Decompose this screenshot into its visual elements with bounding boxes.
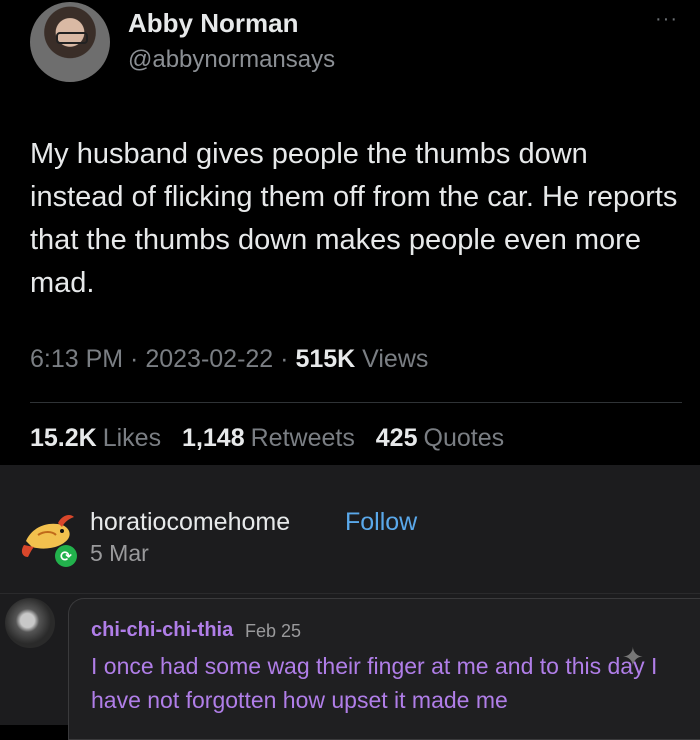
tweet-text: My husband gives people the thumbs down … xyxy=(30,138,678,299)
meta-separator: · xyxy=(123,345,146,373)
author-avatar[interactable] xyxy=(30,2,110,82)
comment-date: Feb 25 xyxy=(245,621,302,641)
views-count: 515K xyxy=(295,345,356,373)
author-name[interactable]: Abby Norman xyxy=(128,8,298,39)
quotes-label: Quotes xyxy=(423,424,505,452)
quotes-stat[interactable]: 425 Quotes xyxy=(376,424,504,452)
quotes-count: 425 xyxy=(375,424,418,452)
divider xyxy=(0,593,700,594)
commenter-username[interactable]: chi-chi-chi-thia xyxy=(91,619,233,642)
likes-label: Likes xyxy=(102,424,162,452)
reblog-panel: ⟳ horatiocomehome Follow 5 Mar chi-chi-c… xyxy=(0,465,700,740)
retweets-count: 1,148 xyxy=(182,424,245,452)
likes-count: 15.2K xyxy=(30,424,97,452)
retweets-stat[interactable]: 1,148 Retweets xyxy=(182,424,355,452)
reblogger-username[interactable]: horatiocomehome xyxy=(90,508,290,537)
tweet-meta: 6:13 PM · 2023-02-22 · 515K Views xyxy=(30,345,428,374)
meta-separator: · xyxy=(273,345,296,373)
divider xyxy=(30,402,682,403)
likes-stat[interactable]: 15.2K Likes xyxy=(30,424,161,452)
glasses-shape xyxy=(56,32,88,44)
follow-button[interactable]: Follow xyxy=(345,508,417,537)
tweet-stats: 15.2K Likes 1,148 Retweets 425 Quotes xyxy=(30,424,518,453)
commenter-avatar[interactable] xyxy=(5,598,55,648)
tweet-time[interactable]: 6:13 PM xyxy=(30,345,123,373)
sparkle-icon: ✦ xyxy=(622,642,644,672)
author-handle[interactable]: @abbynormansays xyxy=(128,46,335,74)
comment-text: I once had some wag their finger at me a… xyxy=(91,653,658,713)
reblog-icon: ⟳ xyxy=(55,545,77,567)
tweet-card: Abby Norman @abbynormansays ··· My husba… xyxy=(0,0,700,465)
more-options-icon[interactable]: ··· xyxy=(655,8,678,31)
views-label: Views xyxy=(362,345,429,373)
comment-card: chi-chi-chi-thia Feb 25 I once had some … xyxy=(68,598,700,740)
retweets-label: Retweets xyxy=(250,424,355,452)
reblog-date: 5 Mar xyxy=(90,540,149,566)
tweet-date[interactable]: 2023-02-22 xyxy=(145,345,273,373)
